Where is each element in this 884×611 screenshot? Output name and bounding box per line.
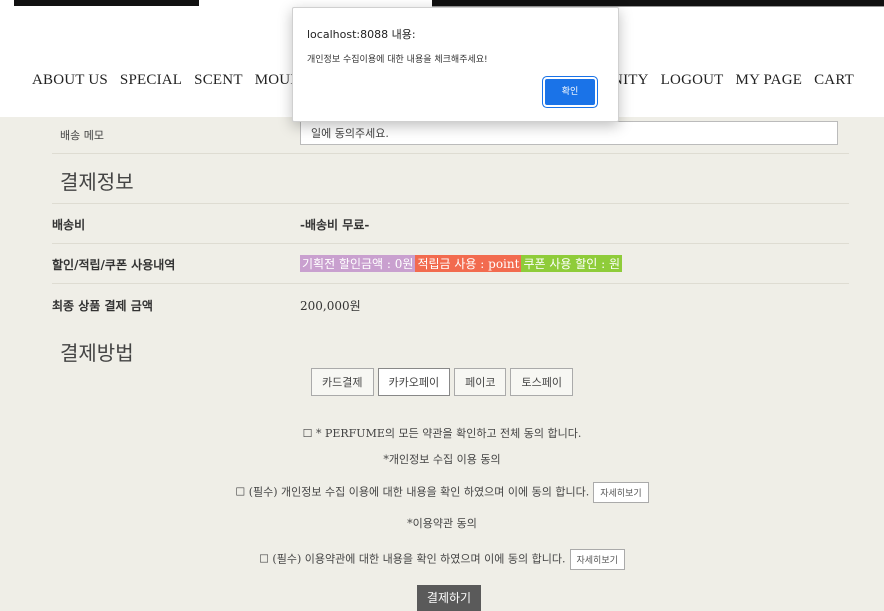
- nav-special[interactable]: SPECIAL: [120, 72, 182, 89]
- dialog-ok-button[interactable]: 확인: [545, 79, 595, 105]
- nav-about-us[interactable]: ABOUT US: [32, 72, 108, 89]
- discount-label: 할인/적립/쿠폰 사용내역: [52, 258, 176, 272]
- agree-all-checkbox[interactable]: ☐ * PERFUME의 모든 약관을 확인하고 전체 동의 합니다.: [0, 425, 884, 441]
- shipping-label: 배송비: [52, 218, 86, 232]
- payment-info-divider: [52, 153, 849, 204]
- terms-agreement-row: ☐ (필수) 이용약관에 대한 내용을 확인 하였으며 이에 동의 합니다. 자세…: [0, 549, 884, 570]
- nav-logout[interactable]: LOGOUT: [661, 72, 724, 89]
- privacy-heading: *개인정보 수집 이용 동의: [383, 453, 501, 466]
- pay-kakaopay-button[interactable]: 카카오페이: [377, 368, 451, 396]
- nav-cart[interactable]: CART: [814, 72, 854, 89]
- dialog-message: 개인정보 수집이용에 대한 내용을 체크해주세요!: [307, 55, 488, 65]
- nav-left-group: ABOUT US SPECIAL SCENT MOUILLE: [32, 72, 324, 89]
- total-row: 최종 상품 결제 금액 200,000원: [52, 283, 849, 323]
- discount-row: 할인/적립/쿠폰 사용내역 기획전 할인금액 : 0원 적립금 사용 : poin…: [52, 243, 849, 284]
- coupon-discount-badge: 쿠폰 사용 할인 : 원: [521, 255, 623, 272]
- privacy-checkbox[interactable]: ☐ (필수) 개인정보 수집 이용에 대한 내용을 확인 하였으며 이에 동의 …: [235, 486, 589, 499]
- nav-scent[interactable]: SCENT: [194, 72, 243, 89]
- memo-input[interactable]: 일에 동의주세요.: [300, 121, 838, 145]
- memo-label: 배송 메모: [60, 129, 104, 142]
- total-value: 200,000원: [300, 299, 361, 313]
- top-bar-left: [14, 0, 199, 6]
- points-used-badge: 적립금 사용 : point: [415, 255, 522, 272]
- shipping-value: -배송비 무료-: [300, 218, 370, 232]
- submit-payment-button[interactable]: 결제하기: [417, 585, 481, 611]
- pay-card-button[interactable]: 카드결제: [311, 368, 374, 396]
- pay-payco-button[interactable]: 페이코: [454, 368, 507, 396]
- shipping-row: 배송비 -배송비 무료-: [52, 203, 849, 244]
- alert-dialog: localhost:8088 내용: 개인정보 수집이용에 대한 내용을 체크해…: [292, 7, 619, 122]
- pay-tosspay-button[interactable]: 토스페이: [510, 368, 573, 396]
- privacy-agreement-row: ☐ (필수) 개인정보 수집 이용에 대한 내용을 확인 하였으며 이에 동의 …: [0, 482, 884, 503]
- terms-detail-button[interactable]: 자세히보기: [569, 549, 625, 570]
- payment-method-options: 카드결제 카카오페이 페이코 토스페이: [0, 368, 884, 396]
- dialog-title: localhost:8088 내용:: [307, 28, 416, 41]
- privacy-detail-button[interactable]: 자세히보기: [593, 482, 649, 503]
- discount-badges: 기획전 할인금액 : 0원 적립금 사용 : point 쿠폰 사용 할인 : 원: [300, 255, 623, 272]
- total-label: 최종 상품 결제 금액: [52, 299, 153, 313]
- order-panel: 배송 메모 일에 동의주세요. 결제정보 배송비 -배송비 무료- 할인/적립/…: [0, 117, 884, 611]
- promo-discount-badge: 기획전 할인금액 : 0원: [300, 255, 416, 272]
- terms-heading: *이용약관 동의: [407, 517, 477, 530]
- nav-my-page[interactable]: MY PAGE: [736, 72, 803, 89]
- payment-method-title: 결제방법: [60, 341, 134, 365]
- terms-checkbox[interactable]: ☐ (필수) 이용약관에 대한 내용을 확인 하였으며 이에 동의 합니다.: [259, 553, 565, 566]
